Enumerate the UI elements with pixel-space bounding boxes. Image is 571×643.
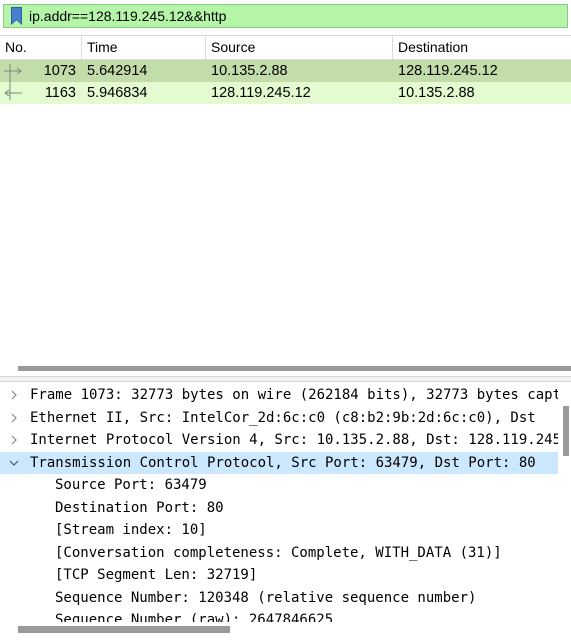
packet-details-tree: Frame 1073: 32773 bytes on wire (262184 … — [0, 384, 571, 643]
chevron-right-icon[interactable] — [7, 384, 21, 406]
packet-list-horizontal-scrollbar[interactable] — [0, 360, 571, 374]
bookmark-icon[interactable] — [10, 7, 23, 26]
column-header-no[interactable]: No. — [0, 36, 82, 60]
tree-item-label: Sequence Number: 120348 (relative sequen… — [55, 589, 477, 606]
tree-item-source-port[interactable]: Source Port: 63479 — [0, 474, 558, 497]
tree-item-tcp[interactable]: Transmission Control Protocol, Src Port:… — [0, 451, 558, 474]
display-filter-input[interactable]: ip.addr==128.119.245.12&&http — [3, 4, 568, 28]
tree-item-ipv4[interactable]: Internet Protocol Version 4, Src: 10.135… — [0, 429, 558, 452]
tree-item-sequence-number[interactable]: Sequence Number: 120348 (relative sequen… — [0, 587, 558, 610]
tree-item-tcp-segment-len[interactable]: [TCP Segment Len: 32719] — [0, 564, 558, 587]
scrollbar-thumb[interactable] — [563, 406, 569, 456]
tree-item-label: [Conversation completeness: Complete, WI… — [55, 544, 502, 561]
filter-text: ip.addr==128.119.245.12&&http — [29, 8, 227, 24]
packet-row[interactable]: 1073 5.642914 10.135.2.88 128.119.245.12 — [0, 60, 571, 82]
packet-row[interactable]: 1163 5.946834 128.119.245.12 10.135.2.88 — [0, 82, 571, 104]
tree-item-label: [TCP Segment Len: 32719] — [55, 567, 258, 583]
tree-item-frame[interactable]: Frame 1073: 32773 bytes on wire (262184 … — [0, 384, 558, 407]
column-header-time[interactable]: Time — [82, 36, 206, 60]
packet-destination: 10.135.2.88 — [398, 85, 475, 101]
tree-item-label: Ethernet II, Src: IntelCor_2d:6c:c0 (c8:… — [30, 409, 536, 426]
packet-time: 5.642914 — [87, 63, 148, 79]
scrollbar-thumb[interactable] — [18, 366, 571, 371]
column-header-source[interactable]: Source — [206, 36, 393, 60]
packet-list-header: No. Time Source Destination — [0, 36, 571, 60]
packet-source: 10.135.2.88 — [211, 63, 288, 79]
chevron-right-icon[interactable] — [7, 429, 21, 451]
tree-item-label: Transmission Control Protocol, Src Port:… — [30, 454, 536, 471]
packet-list: No. Time Source Destination 1073 5.64291… — [0, 35, 571, 376]
packet-no: 1073 — [43, 63, 76, 79]
scrollbar-thumb[interactable] — [18, 626, 230, 633]
column-header-destination[interactable]: Destination — [393, 36, 571, 60]
tree-item-label: Destination Port: 80 — [55, 499, 224, 516]
packet-source: 128.119.245.12 — [211, 85, 311, 101]
tree-item-label: Frame 1073: 32773 bytes on wire (262184 … — [30, 387, 558, 403]
tree-item-label: [Stream index: 10] — [55, 522, 207, 538]
tree-item-conversation-completeness[interactable]: [Conversation completeness: Complete, WI… — [0, 542, 558, 565]
response-arrow-icon — [2, 82, 24, 104]
tree-item-stream-index[interactable]: [Stream index: 10] — [0, 519, 558, 542]
details-vertical-scrollbar[interactable] — [561, 400, 571, 620]
tree-item-label: Internet Protocol Version 4, Src: 10.135… — [30, 432, 558, 448]
tree-item-label: Source Port: 63479 — [55, 477, 207, 493]
request-arrow-icon — [2, 60, 24, 82]
packet-time: 5.946834 — [87, 85, 148, 101]
tree-item-ethernet[interactable]: Ethernet II, Src: IntelCor_2d:6c:c0 (c8:… — [0, 407, 558, 430]
pane-splitter[interactable] — [0, 376, 571, 382]
display-filter-bar: ip.addr==128.119.245.12&&http — [0, 0, 571, 32]
packet-destination: 128.119.245.12 — [398, 63, 498, 79]
packet-no: 1163 — [44, 85, 76, 101]
chevron-down-icon[interactable] — [7, 452, 21, 474]
tree-item-destination-port[interactable]: Destination Port: 80 — [0, 497, 558, 520]
chevron-right-icon[interactable] — [7, 407, 21, 429]
details-horizontal-scrollbar[interactable] — [0, 622, 571, 643]
